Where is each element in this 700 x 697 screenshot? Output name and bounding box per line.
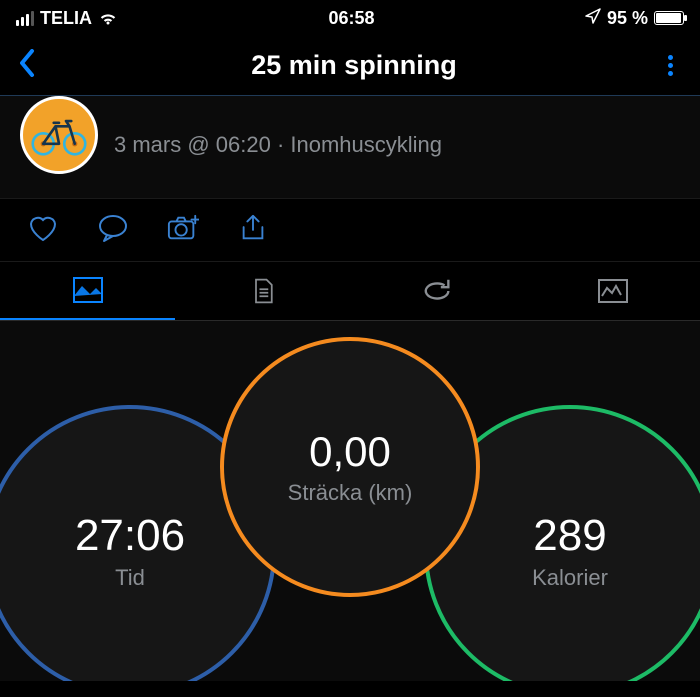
battery-pct: 95 % [607, 8, 648, 29]
activity-meta: 3 mars @ 06:20 · Inomhuscykling [114, 132, 442, 158]
nav-bar: 25 min spinning [0, 36, 700, 96]
signal-bars-icon [16, 11, 34, 26]
tab-laps[interactable] [350, 262, 525, 320]
tab-map[interactable] [0, 262, 175, 320]
metric-time-value: 27:06 [75, 511, 185, 561]
back-button[interactable] [18, 49, 50, 82]
tab-details[interactable] [175, 262, 350, 320]
metric-time-label: Tid [115, 565, 145, 591]
camera-button[interactable] [166, 213, 200, 243]
actions-row [0, 198, 700, 261]
carrier-label: TELIA [40, 8, 92, 29]
metrics-panel: 27:06 Tid 289 Kalorier 0,00 Sträcka (km) [0, 321, 700, 681]
comment-button[interactable] [96, 213, 130, 243]
clock: 06:58 [328, 8, 374, 29]
activity-avatar-bike-icon[interactable] [20, 96, 98, 174]
menu-button[interactable] [658, 52, 682, 79]
battery-icon [654, 11, 684, 25]
metric-distance[interactable]: 0,00 Sträcka (km) [220, 337, 480, 597]
tabs [0, 261, 700, 321]
location-icon [585, 8, 601, 29]
tab-charts[interactable] [525, 262, 700, 320]
share-button[interactable] [236, 213, 270, 243]
wifi-icon [98, 10, 118, 26]
activity-header: 3 mars @ 06:20 · Inomhuscykling [0, 96, 700, 198]
metric-distance-value: 0,00 [309, 428, 391, 476]
like-button[interactable] [26, 213, 60, 243]
page-title: 25 min spinning [50, 50, 658, 81]
metric-calories-label: Kalorier [532, 565, 608, 591]
metric-distance-label: Sträcka (km) [288, 480, 413, 506]
metric-calories-value: 289 [533, 511, 606, 561]
status-bar: TELIA 06:58 95 % [0, 0, 700, 36]
